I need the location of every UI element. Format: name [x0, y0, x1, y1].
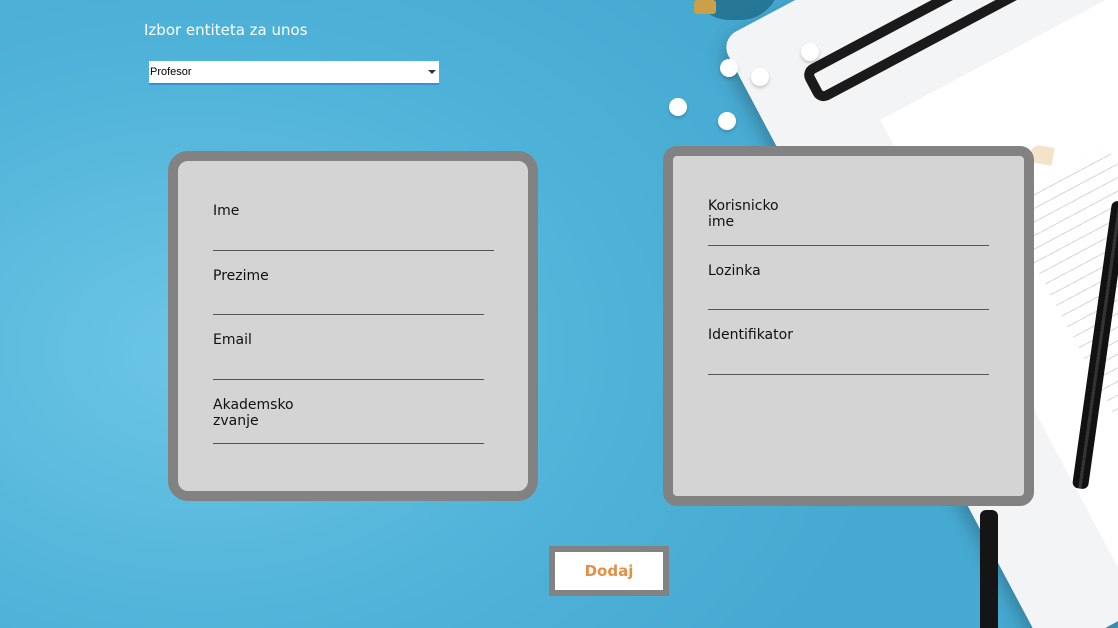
email-label: Email	[213, 332, 252, 348]
prezime-input[interactable]	[213, 314, 484, 315]
entity-select-value: Profesor	[150, 66, 192, 78]
korisnicko-ime-input[interactable]	[708, 245, 989, 246]
stethoscope-piece-decoration	[694, 0, 716, 14]
add-button[interactable]: Dodaj	[549, 546, 669, 596]
pill-decoration	[751, 68, 769, 86]
lozinka-input[interactable]	[708, 309, 989, 310]
prezime-label: Prezime	[213, 268, 269, 284]
page-title: Izbor entiteta za unos	[144, 21, 308, 39]
pen-decoration	[980, 510, 998, 628]
pill-decoration	[669, 98, 687, 116]
ime-label: Ime	[213, 203, 240, 219]
entity-select[interactable]: Profesor	[149, 61, 439, 85]
akademsko-zvanje-label: Akademsko zvanje	[213, 397, 294, 429]
identifikator-input[interactable]	[708, 374, 989, 375]
pill-decoration	[718, 112, 736, 130]
account-details-panel: Korisnicko ime Lozinka Identifikator	[663, 146, 1034, 506]
email-input[interactable]	[213, 379, 484, 380]
professor-details-panel: Ime Prezime Email Akademsko zvanje	[168, 151, 538, 501]
chevron-down-icon[interactable]	[428, 70, 436, 74]
korisnicko-ime-label: Korisnicko ime	[708, 198, 779, 230]
lozinka-label: Lozinka	[708, 263, 761, 279]
pill-decoration	[801, 43, 819, 61]
pill-decoration	[720, 59, 738, 77]
identifikator-label: Identifikator	[708, 327, 793, 343]
ime-input[interactable]	[213, 250, 494, 251]
akademsko-zvanje-input[interactable]	[213, 443, 484, 444]
